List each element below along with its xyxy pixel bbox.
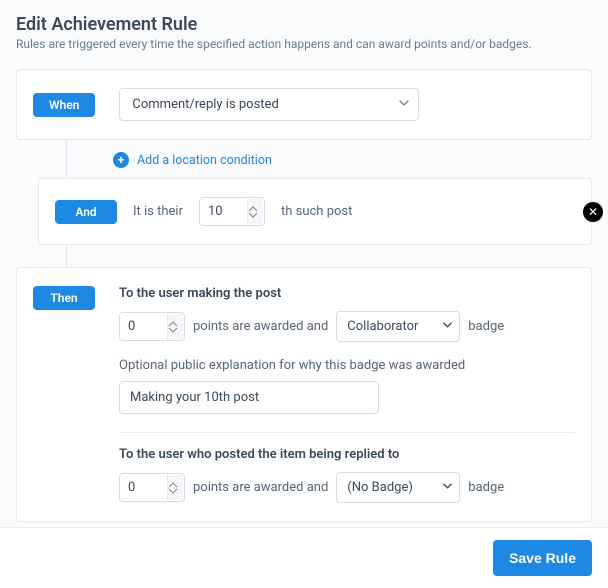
replied-heading: To the user who posted the item being re… — [119, 447, 575, 462]
action-select-value: Comment/reply is posted — [132, 97, 278, 112]
when-card: When Comment/reply is posted — [16, 69, 592, 140]
maker-points-suffix: points are awarded and — [193, 319, 328, 334]
replied-badge-suffix: badge — [468, 480, 504, 495]
action-select[interactable]: Comment/reply is posted — [119, 88, 419, 121]
save-rule-button[interactable]: Save Rule — [493, 540, 592, 576]
page-subtitle: Rules are triggered every time the speci… — [16, 37, 592, 51]
page-title: Edit Achievement Rule — [16, 14, 592, 35]
then-pill: Then — [33, 286, 95, 310]
maker-points-input[interactable]: 0 — [119, 312, 185, 341]
when-pill: When — [33, 93, 95, 117]
chevron-down-icon — [442, 480, 453, 495]
rule-builder: When Comment/reply is posted + Add a loc… — [0, 61, 608, 522]
footer: Save Rule — [0, 527, 608, 588]
chevron-down-icon — [398, 97, 410, 113]
add-condition-link: Add a location condition — [137, 153, 272, 168]
and-card: And It is their 10 th such post ✕ — [38, 178, 592, 245]
replied-badge-select[interactable]: (No Badge) — [336, 472, 460, 503]
stepper-icon[interactable] — [247, 199, 263, 224]
maker-awards-row: 0 points are awarded and Collaborator ba… — [119, 311, 575, 342]
stepper-icon[interactable] — [167, 314, 183, 339]
divider — [119, 432, 575, 433]
page-header: Edit Achievement Rule Rules are triggere… — [0, 0, 608, 61]
maker-badge-suffix: badge — [468, 319, 504, 334]
explanation-label: Optional public explanation for why this… — [119, 358, 575, 373]
add-condition-row[interactable]: + Add a location condition — [67, 140, 592, 178]
maker-heading: To the user making the post — [119, 286, 575, 301]
close-icon: ✕ — [588, 205, 598, 219]
stepper-icon[interactable] — [167, 475, 183, 500]
occurrence-count-input[interactable]: 10 — [199, 197, 265, 226]
chevron-down-icon — [442, 319, 453, 334]
then-card: Then To the user making the post 0 point… — [16, 267, 592, 522]
remove-condition-button[interactable]: ✕ — [583, 202, 603, 222]
maker-badge-select[interactable]: Collaborator — [336, 311, 460, 342]
connector: + Add a location condition — [66, 140, 592, 178]
plus-circle-icon: + — [113, 152, 129, 168]
and-pill: And — [55, 200, 117, 224]
and-prefix: It is their — [133, 204, 183, 219]
and-suffix: th such post — [281, 204, 352, 219]
connector — [66, 245, 592, 267]
explanation-input[interactable]: Making your 10th post — [119, 381, 379, 414]
replied-points-input[interactable]: 0 — [119, 473, 185, 502]
replied-awards-row: 0 points are awarded and (No Badge) badg… — [119, 472, 575, 503]
replied-points-suffix: points are awarded and — [193, 480, 328, 495]
